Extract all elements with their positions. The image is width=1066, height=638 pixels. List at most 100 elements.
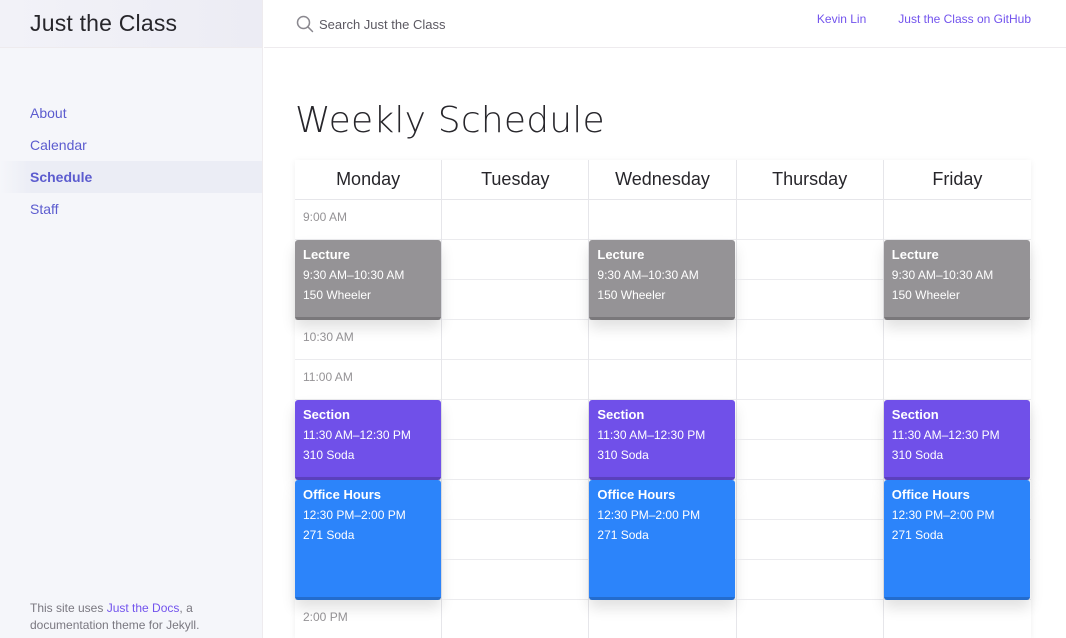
time-slot [736,400,883,440]
sidebar-item-schedule[interactable]: Schedule [0,161,262,193]
time-slot [442,320,589,360]
day-header: Tuesday [442,160,589,200]
time-slot: 9:00 AM [295,200,442,240]
sidebar-item-about[interactable]: About [0,97,262,129]
time-slot [736,440,883,480]
footer-prefix: This site uses [30,601,107,615]
event-time: 11:30 AM–12:30 PM [597,428,706,442]
event-title: Section [891,407,939,422]
event-lecture[interactable]: Lecture 9:30 AM–10:30 AM 150 Wheeler [589,240,736,320]
day-header: Wednesday [589,160,736,200]
sidebar-item-calendar[interactable]: Calendar [0,129,262,161]
event-location: 271 Soda [597,528,649,542]
sidebar: Just the Class About Calendar Schedule S… [0,0,263,638]
event-section[interactable]: Section 11:30 AM–12:30 PM 310 Soda [883,400,1030,480]
day-column-wednesday: Wednesday Lecture 9:30 AM–10:30 AM 150 Whee… [589,160,737,638]
day-header: Thursday [736,160,883,200]
sidebar-footer: This site uses Just the Docs, a document… [30,600,230,634]
event-time: 9:30 AM–10:30 AM [597,268,699,282]
event-location: 150 Wheeler [891,288,960,302]
event-location: 150 Wheeler [303,288,372,302]
event-time: 11:30 AM–12:30 PM [891,428,1000,442]
site-header: Just the Class [0,0,262,48]
time-slot [736,280,883,320]
time-label: 11:00 AM [303,370,353,384]
event-lecture[interactable]: Lecture 9:30 AM–10:30 AM 150 Wheeler [295,240,441,320]
time-slot [736,480,883,520]
time-label: 2:00 PM [303,610,348,624]
event-title: Section [303,407,350,422]
event-section[interactable]: Section 11:30 AM–12:30 PM 310 Soda [589,400,736,480]
time-slot: 11:00 AM [295,360,442,400]
time-slot [442,360,589,400]
day-column-tuesday: Tuesday [442,160,590,638]
time-slot [442,440,589,480]
event-office[interactable]: Office Hours 12:30 PM–2:00 PM 271 Soda [589,480,736,600]
event-title: Office Hours [597,487,676,502]
time-slot [883,200,1031,240]
event-location: 271 Soda [891,528,944,542]
just-the-docs-link[interactable]: Just the Docs [107,601,180,615]
time-slot [589,360,736,400]
time-slot [442,280,589,320]
time-slot [737,600,883,638]
event-title: Section [597,407,645,422]
kevin-lin-link[interactable]: Kevin Lin [817,12,866,26]
event-time: 12:30 PM–2:00 PM [891,508,995,522]
event-time: 9:30 AM–10:30 AM [891,268,994,282]
search-input[interactable] [319,16,619,32]
github-link[interactable]: Just the Class on GitHub [898,12,1031,26]
aux-nav: Kevin Lin Just the Class on GitHub [817,0,1031,38]
event-location: 310 Soda [303,448,355,462]
search-icon [296,15,314,33]
time-slot [883,320,1031,360]
event-location: 150 Wheeler [597,288,666,302]
event-location: 310 Soda [891,448,944,462]
time-slot [442,480,589,520]
day-column-thursday: Thursday [736,160,884,638]
event-title: Lecture [303,247,350,262]
time-slot [736,320,883,360]
time-slot [736,520,883,560]
time-slot: 2:00 PM [295,600,441,638]
time-label: 10:30 AM [303,330,354,344]
day-column-friday: Friday Lecture 9:30 AM–10:30 AM 150 Wheeler… [883,160,1031,638]
sidebar-nav: About Calendar Schedule Staff [0,97,262,225]
event-office[interactable]: Office Hours 12:30 PM–2:00 PM 271 Soda [883,480,1030,600]
time-slot [442,200,589,240]
site-title[interactable]: Just the Class [30,10,177,37]
event-lecture[interactable]: Lecture 9:30 AM–10:30 AM 150 Wheeler [883,240,1030,320]
weekly-schedule: Monday 9:00 AM 10:30 AM 11:00 AM 2:00 PM Lect… [295,160,1031,638]
time-slot [736,200,883,240]
day-header: Friday [883,160,1031,200]
event-time: 12:30 PM–2:00 PM [597,508,701,522]
time-slot [884,600,1031,638]
event-title: Lecture [597,247,645,262]
event-title: Office Hours [891,487,970,502]
time-slot [442,520,589,560]
event-title: Lecture [891,247,939,262]
day-column-monday: Monday 9:00 AM 10:30 AM 11:00 AM 2:00 PM Lect… [295,160,443,638]
time-label: 9:00 AM [303,210,348,224]
event-time: 11:30 AM–12:30 PM [303,428,411,442]
event-location: 310 Soda [597,448,649,462]
time-slot [442,240,589,280]
time-slot [736,360,883,400]
time-slot [736,560,883,600]
event-title: Office Hours [303,487,382,502]
time-slot: 10:30 AM [295,320,442,360]
time-slot [736,240,883,280]
page-title: Weekly Schedule [295,100,605,141]
sidebar-item-staff[interactable]: Staff [0,193,262,225]
time-slot [883,360,1031,400]
time-slot [589,200,736,240]
event-office[interactable]: Office Hours 12:30 PM–2:00 PM 271 Soda [295,480,441,600]
time-slot [442,560,589,600]
day-header: Monday [295,160,442,200]
event-time: 12:30 PM–2:00 PM [303,508,406,522]
search-bar [296,9,619,39]
event-section[interactable]: Section 11:30 AM–12:30 PM 310 Soda [295,400,441,480]
time-slot [442,400,589,440]
event-location: 271 Soda [303,528,355,542]
time-slot [589,600,735,638]
